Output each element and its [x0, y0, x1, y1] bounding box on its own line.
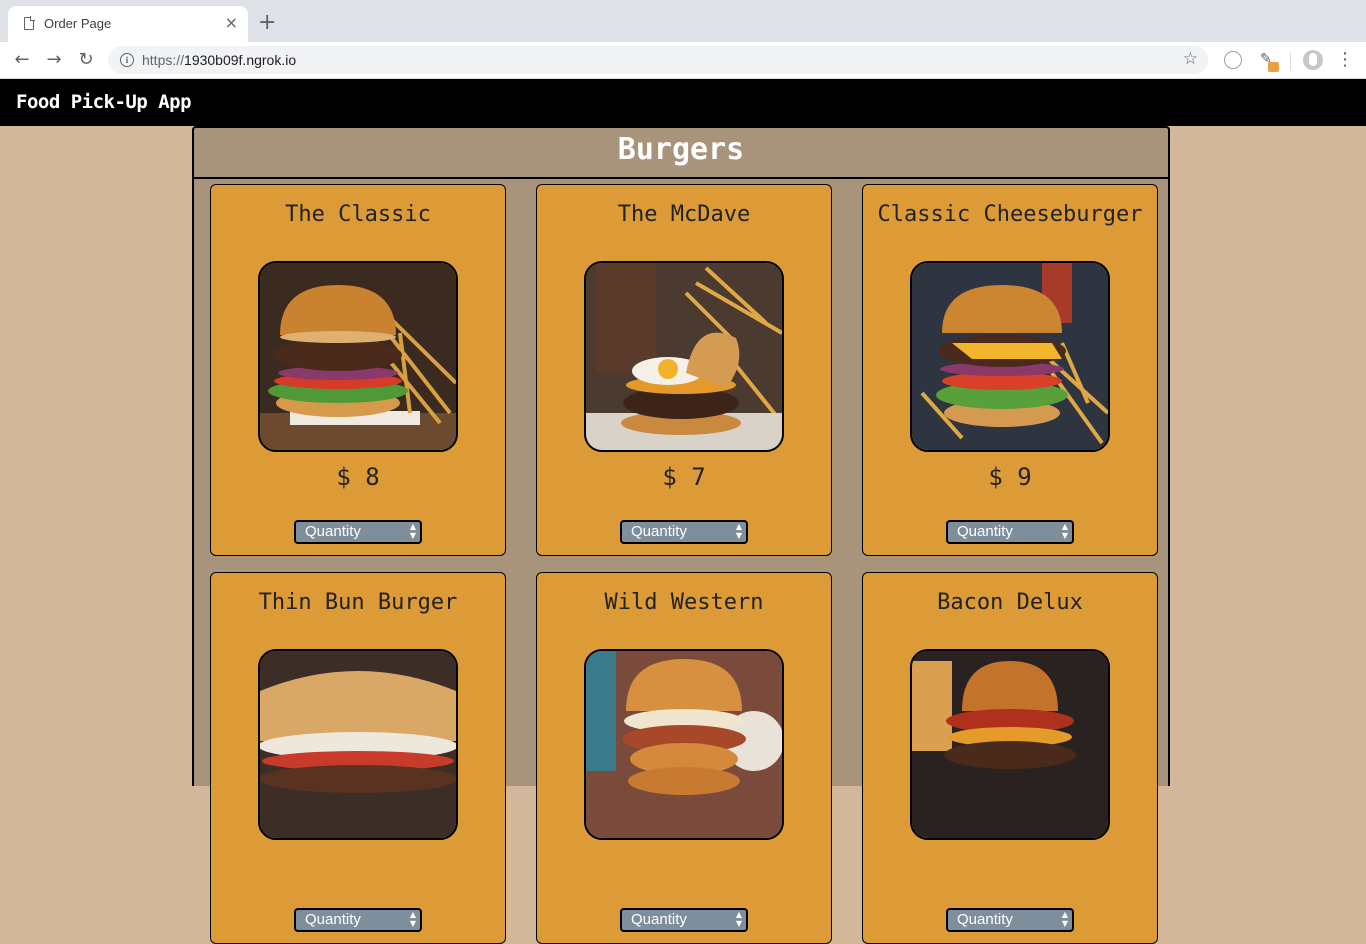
- url-host: 1930b09f.ngrok.io: [184, 52, 297, 68]
- toolbar-divider: [1290, 52, 1291, 70]
- url-text: https://1930b09f.ngrok.io: [142, 52, 296, 68]
- burgers-section: Burgers The Classic $ 8 Quantity ▲ ▼ The…: [192, 126, 1170, 944]
- select-arrows-icon: ▲ ▼: [735, 910, 742, 928]
- burger-image: [910, 649, 1110, 840]
- quantity-select[interactable]: Quantity ▲ ▼: [294, 908, 422, 932]
- quantity-label: Quantity: [631, 911, 687, 928]
- back-icon[interactable]: ←: [10, 48, 34, 72]
- item-price: $ 7: [662, 463, 706, 491]
- browser-tab-strip: Order Page × +: [0, 0, 1366, 42]
- section-header: Burgers: [194, 128, 1168, 179]
- burger-image: [584, 649, 784, 840]
- new-tab-button[interactable]: +: [258, 12, 276, 34]
- browser-menu-icon[interactable]: ⋮: [1336, 48, 1354, 72]
- select-arrows-icon: ▲ ▼: [735, 522, 742, 540]
- bookmark-star-icon[interactable]: ☆: [1183, 49, 1198, 69]
- menu-item-card: Wild Western Quantity ▲ ▼: [536, 572, 832, 944]
- quantity-label: Quantity: [957, 523, 1013, 540]
- profile-avatar-icon[interactable]: [1303, 50, 1323, 70]
- app-header: Food Pick-Up App: [0, 79, 1366, 126]
- quantity-label: Quantity: [957, 911, 1013, 928]
- burger-image: [258, 261, 458, 452]
- quantity-label: Quantity: [305, 523, 361, 540]
- extension-icon[interactable]: [1224, 51, 1242, 69]
- section-title: Burgers: [617, 132, 745, 167]
- page-icon: [24, 16, 35, 30]
- url-scheme: https://: [142, 52, 185, 68]
- item-name: Classic Cheeseburger: [877, 202, 1143, 227]
- forward-icon[interactable]: →: [42, 48, 66, 72]
- menu-item-card: Bacon Delux Quantity ▲ ▼: [862, 572, 1158, 944]
- extension-badge: [1268, 62, 1279, 72]
- quantity-label: Quantity: [631, 523, 687, 540]
- menu-item-card: The Classic $ 8 Quantity ▲ ▼: [210, 184, 506, 556]
- browser-tab[interactable]: Order Page ×: [8, 6, 248, 42]
- quantity-label: Quantity: [305, 911, 361, 928]
- menu-item-card: Classic Cheeseburger $ 9 Quantity ▲ ▼: [862, 184, 1158, 556]
- select-arrows-icon: ▲ ▼: [1061, 522, 1068, 540]
- reload-icon[interactable]: ↻: [74, 48, 98, 72]
- item-name: Thin Bun Burger: [258, 590, 458, 615]
- select-arrows-icon: ▲ ▼: [409, 910, 416, 928]
- burger-image: [910, 261, 1110, 452]
- select-arrows-icon: ▲ ▼: [409, 522, 416, 540]
- menu-item-card: The McDave $ 7 Quantity ▲ ▼: [536, 184, 832, 556]
- item-name: Bacon Delux: [937, 590, 1083, 615]
- item-price: $ 8: [336, 463, 380, 491]
- item-name: The McDave: [617, 202, 751, 227]
- item-name: The Classic: [285, 202, 431, 227]
- burger-image: [258, 649, 458, 840]
- address-bar[interactable]: i https://1930b09f.ngrok.io ☆: [108, 46, 1208, 74]
- burger-image: [584, 261, 784, 452]
- site-info-icon[interactable]: i: [120, 53, 134, 67]
- quantity-select[interactable]: Quantity ▲ ▼: [620, 520, 748, 544]
- quantity-select[interactable]: Quantity ▲ ▼: [946, 908, 1074, 932]
- tab-title: Order Page: [44, 16, 112, 31]
- app-title[interactable]: Food Pick-Up App: [16, 91, 192, 113]
- select-arrows-icon: ▲ ▼: [1061, 910, 1068, 928]
- item-name: Wild Western: [604, 590, 764, 615]
- menu-item-card: Thin Bun Burger Quantity ▲ ▼: [210, 572, 506, 944]
- close-tab-icon[interactable]: ×: [225, 13, 238, 33]
- item-price: $ 9: [988, 463, 1032, 491]
- quantity-select[interactable]: Quantity ▲ ▼: [946, 520, 1074, 544]
- browser-toolbar: ← → ↻ i https://1930b09f.ngrok.io ☆ ✎ ⋮: [0, 42, 1366, 79]
- quantity-select[interactable]: Quantity ▲ ▼: [294, 520, 422, 544]
- quantity-select[interactable]: Quantity ▲ ▼: [620, 908, 748, 932]
- eyedropper-extension-icon[interactable]: ✎: [1258, 51, 1279, 72]
